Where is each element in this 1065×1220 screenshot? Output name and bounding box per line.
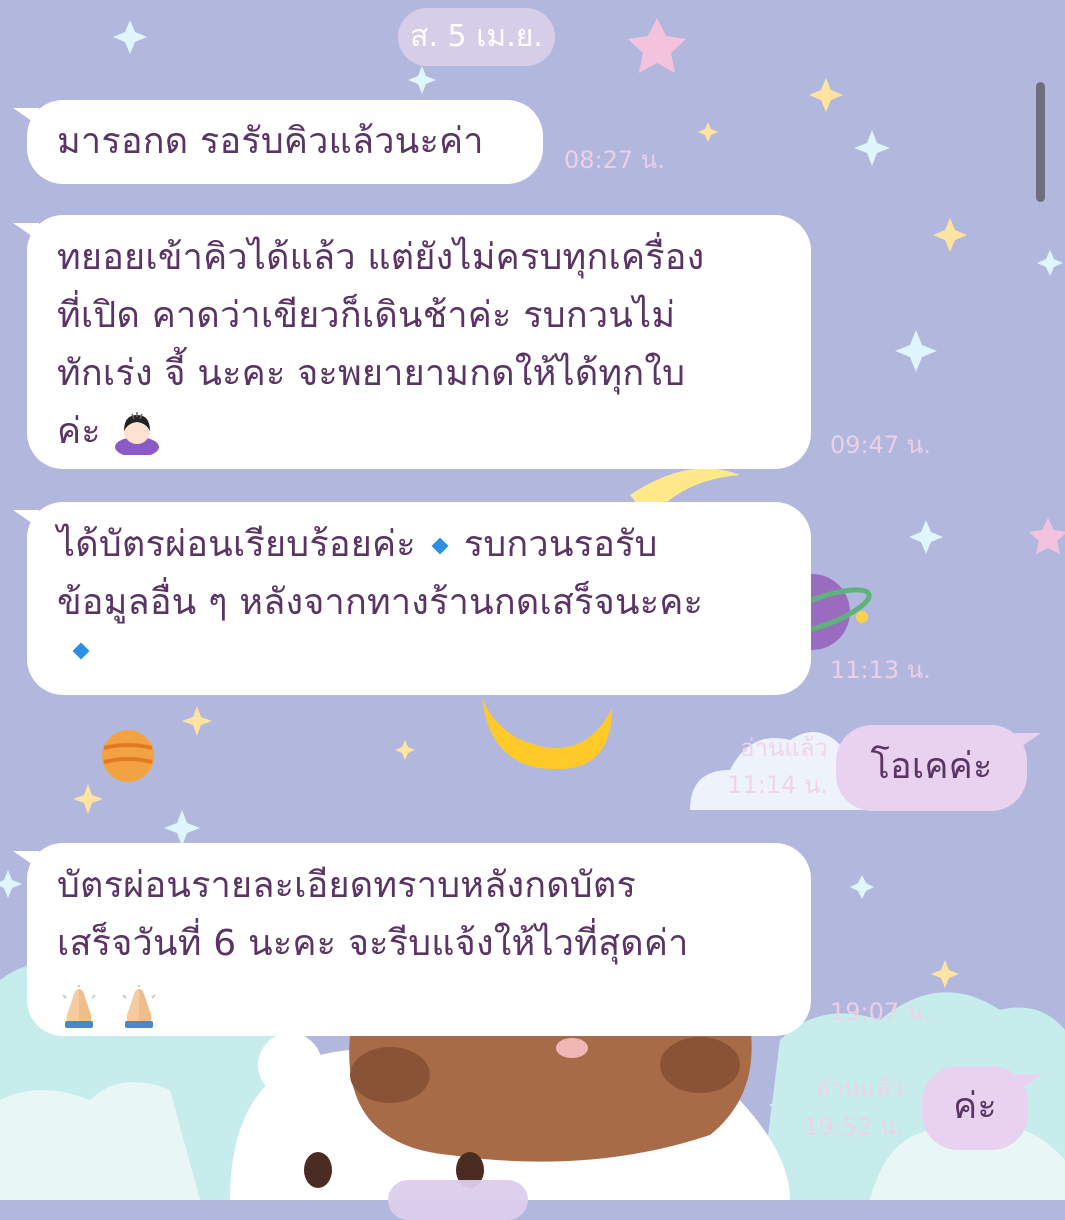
- message-bubble[interactable]: ทยอยเข้าคิวได้แล้ว แต่ยังไม่ครบทุกเครื่อ…: [13, 215, 811, 469]
- message-timestamp: 11:13 น.: [830, 656, 931, 684]
- message-timestamp: 09:47 น.: [830, 431, 931, 459]
- message-bubble[interactable]: บัตรผ่อนรายละเอียดทราบหลังกดบัตร เสร็จวั…: [13, 843, 811, 1036]
- message-timestamp: 08:27 น.: [564, 146, 665, 174]
- message-line: ค่ะ: [57, 411, 101, 452]
- message-timestamp: 11:14 น.: [727, 771, 828, 799]
- message-line: ทยอยเข้าคิวได้แล้ว แต่ยังไม่ครบทุกเครื่อ…: [57, 237, 705, 278]
- message-line: ข้อมูลอื่น ๆ หลังจากทางร้านกดเสร็จนะคะ: [57, 582, 704, 623]
- message-timestamp: 19:07 น.: [830, 998, 931, 1026]
- message-bubble[interactable]: ค่ะ: [922, 1066, 1042, 1150]
- folded-hands-icon: [121, 985, 156, 1028]
- date-separator: ส. 5 เม.ย.: [398, 8, 555, 66]
- message-timestamp: 19:52 น.: [803, 1113, 904, 1141]
- small-blue-diamond-icon: [431, 537, 449, 555]
- message-line: บัตรผ่อนรายละเอียดทราบหลังกดบัตร: [57, 865, 636, 906]
- message-bubble[interactable]: ได้บัตรผ่อนเรียบร้อยค่ะ รบกวนรอรับ ข้อมูล…: [13, 502, 811, 695]
- message-bubble[interactable]: มารอกด รอรับคิวแล้วนะค่า: [13, 100, 543, 184]
- read-receipt: อ่านแล้ว: [816, 1074, 904, 1102]
- message-line: รบกวนรอรับ: [463, 524, 658, 565]
- small-blue-diamond-icon: [72, 642, 90, 660]
- message-bubble[interactable]: โอเคค่ะ: [836, 725, 1041, 811]
- message-text: ค่ะ: [953, 1086, 997, 1127]
- read-receipt: อ่านแล้ว: [740, 734, 828, 762]
- message-line: ทักเร่ง จี้ นะคะ จะพยายามกดให้ได้ทุกใบ: [57, 353, 686, 394]
- message-line: ได้บัตรผ่อนเรียบร้อยค่ะ: [57, 524, 416, 565]
- folded-hands-icon: [62, 985, 96, 1028]
- scrollbar[interactable]: [1036, 82, 1045, 202]
- message-line: เสร็จวันที่ 6 นะคะ จะรีบแจ้งให้ไวที่สุดค…: [57, 923, 689, 964]
- message-text: โอเคค่ะ: [870, 746, 993, 787]
- woman-bowing-icon: [115, 412, 160, 455]
- message-line: ที่เปิด คาดว่าเขียวก็เดินช้าค่ะ รบกวนไม่: [57, 295, 676, 336]
- date-separator-partial: [388, 1180, 528, 1220]
- message-text: มารอกด รอรับคิวแล้วนะค่า: [57, 121, 484, 162]
